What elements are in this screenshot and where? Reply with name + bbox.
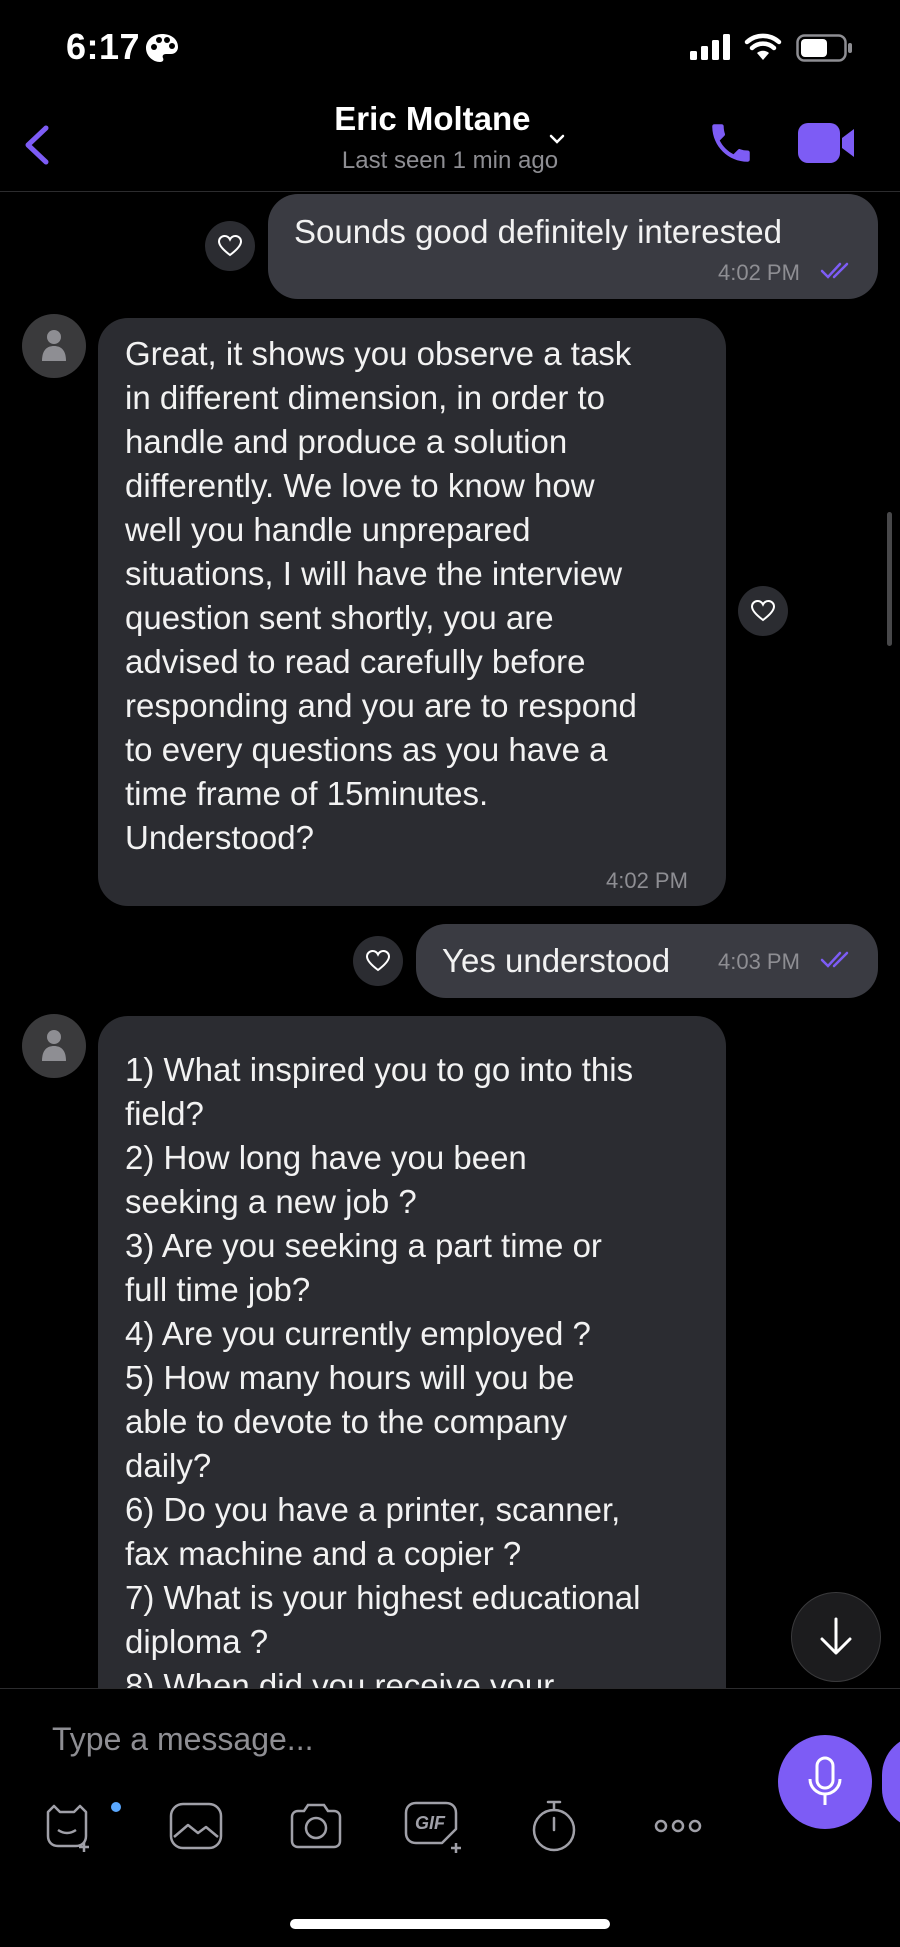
- read-check-icon: [820, 949, 856, 971]
- new-badge-dot: [111, 1802, 121, 1812]
- last-seen: Last seen 1 min ago: [341, 147, 559, 174]
- gif-button[interactable]: GIF: [402, 1796, 468, 1856]
- battery-icon: [796, 34, 854, 62]
- message-time: 4:03 PM: [718, 949, 800, 974]
- camera-icon: [290, 1803, 342, 1849]
- message-bubble-outgoing[interactable]: Yes understood 4:03 PM: [416, 924, 878, 998]
- arrow-down-icon: [820, 1617, 852, 1655]
- attachment-button[interactable]: [882, 1735, 900, 1829]
- message-bubble-incoming[interactable]: Great, it shows you observe a task in di…: [98, 318, 726, 906]
- message-time: 4:02 PM: [606, 868, 688, 893]
- wifi-icon: [744, 32, 782, 62]
- gallery-icon: [169, 1802, 223, 1850]
- read-check-icon: [820, 260, 856, 282]
- microphone-icon: [808, 1756, 842, 1805]
- message-text: Sounds good definitely interested: [294, 213, 783, 250]
- like-button[interactable]: [205, 221, 255, 271]
- sticker-button[interactable]: [40, 1796, 100, 1856]
- mic-button[interactable]: [778, 1735, 872, 1829]
- message-text: Yes understood: [442, 942, 671, 979]
- contact-name[interactable]: Eric Moltane: [0, 100, 900, 145]
- avatar[interactable]: [22, 1014, 86, 1078]
- camera-button[interactable]: [286, 1796, 346, 1856]
- contact-name-text: Eric Moltane: [334, 100, 531, 137]
- message-bubble-incoming[interactable]: 1) What inspired you to go into this fie…: [98, 1016, 726, 1688]
- timer-button[interactable]: [524, 1796, 584, 1856]
- person-icon: [42, 1030, 66, 1061]
- home-indicator: [290, 1919, 610, 1929]
- gif-label: GIF: [415, 1813, 445, 1833]
- message-time: 4:02 PM: [718, 260, 800, 285]
- phone-call-button[interactable]: [706, 118, 756, 168]
- sticker-icon: [46, 1804, 89, 1852]
- heart-icon: [750, 599, 776, 622]
- more-button[interactable]: [648, 1796, 708, 1856]
- status-time: 6:17: [66, 26, 141, 67]
- like-button[interactable]: [738, 586, 788, 636]
- scrollbar[interactable]: [887, 512, 892, 646]
- like-button[interactable]: [353, 936, 403, 986]
- scroll-to-bottom-button[interactable]: [791, 1592, 881, 1682]
- gallery-button[interactable]: [166, 1796, 226, 1856]
- message-text: Great, it shows you observe a task in di…: [125, 335, 637, 856]
- video-call-button[interactable]: [796, 118, 858, 168]
- heart-icon: [365, 949, 391, 972]
- header-divider: [0, 191, 900, 192]
- person-icon: [42, 330, 66, 361]
- more-icon: [654, 1819, 702, 1833]
- message-bubble-outgoing[interactable]: Sounds good definitely interested 4:02 P…: [268, 194, 878, 299]
- chevron-down-icon: [548, 115, 566, 145]
- message-input[interactable]: [50, 1716, 754, 1762]
- message-text: 1) What inspired you to go into this fie…: [125, 1051, 641, 1688]
- avatar[interactable]: [22, 314, 86, 378]
- heart-icon: [217, 234, 243, 257]
- timer-icon: [532, 1800, 576, 1852]
- composer-divider: [0, 1688, 900, 1689]
- signal-icon: [690, 34, 734, 60]
- palette-icon: [144, 32, 180, 64]
